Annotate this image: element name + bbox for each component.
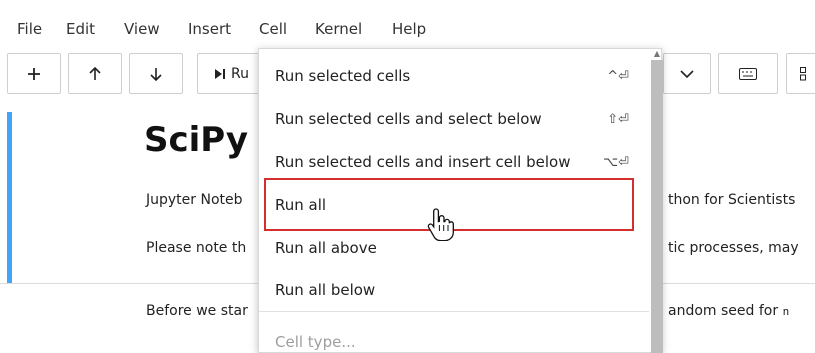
arrow-down-icon: [150, 67, 162, 81]
shortcut-ctrl-enter: ^⏎: [607, 69, 629, 84]
add-cell-button[interactable]: [7, 53, 61, 94]
menu-item-run-all-below[interactable]: Run all below: [259, 271, 649, 311]
menu-item-label: Run all below: [275, 281, 376, 299]
menu-item-cell-type: Cell type...: [259, 323, 649, 353]
menu-scrollbar[interactable]: [651, 60, 663, 353]
menu-item-label: Run selected cells and select below: [275, 110, 542, 128]
menu-kernel[interactable]: Kernel: [315, 20, 362, 38]
inline-code: n: [782, 305, 790, 318]
run-button-label: Ru: [231, 65, 249, 82]
run-icon: [215, 68, 225, 79]
arrow-up-icon: [89, 66, 101, 80]
scroll-up-arrow-icon[interactable]: ▲: [652, 49, 662, 59]
command-palette-button[interactable]: [718, 53, 778, 94]
intro-text-right: thon for Scientists: [668, 192, 796, 208]
hand-pointer-icon: [427, 208, 454, 241]
selected-cell-indicator: [7, 112, 12, 283]
menu-edit[interactable]: Edit: [66, 20, 95, 38]
move-down-button[interactable]: [129, 53, 183, 94]
next-cell-text-right-label: andom seed for: [668, 303, 779, 319]
chevron-down-icon: [680, 69, 694, 78]
shortcut-shift-enter: ⇧⏎: [607, 112, 629, 127]
menu-bar: File Edit View Insert Cell Kernel Help: [0, 0, 815, 48]
toolbar-more-button[interactable]: [786, 53, 815, 94]
menu-item-label: Run selected cells: [275, 67, 411, 85]
cell-type-dropdown[interactable]: [663, 53, 711, 94]
keyboard-icon: [739, 67, 757, 80]
menu-item-run-select-below[interactable]: Run selected cells and select below ⇧⏎: [259, 100, 649, 140]
grid-icon: [800, 66, 806, 80]
intro-text-left: Jupyter Noteb: [146, 192, 243, 208]
menu-view[interactable]: View: [124, 20, 160, 38]
next-cell-text-right: andom seed for n: [668, 303, 789, 319]
menu-item-label: Cell type...: [275, 333, 356, 351]
note-text-right: tic processes, may: [668, 240, 799, 256]
menu-item-run-selected[interactable]: Run selected cells ^⏎: [259, 57, 649, 97]
menu-cell[interactable]: Cell: [259, 20, 287, 38]
run-button[interactable]: Ru: [197, 53, 267, 94]
next-cell-text-left: Before we star: [146, 303, 248, 319]
shortcut-alt-enter: ⌥⏎: [603, 155, 629, 170]
menu-insert[interactable]: Insert: [188, 20, 231, 38]
menu-help[interactable]: Help: [392, 20, 426, 38]
notebook-title: SciPy: [144, 120, 249, 160]
plus-icon: [28, 67, 40, 80]
move-up-button[interactable]: [68, 53, 122, 94]
menu-divider: [259, 311, 649, 312]
menu-item-label: Run selected cells and insert cell below: [275, 153, 571, 171]
menu-item-run-insert-below[interactable]: Run selected cells and insert cell below…: [259, 143, 649, 183]
menu-file[interactable]: File: [17, 20, 42, 38]
menu-item-label: Run all above: [275, 239, 377, 257]
note-text-left: Please note th: [146, 240, 247, 256]
